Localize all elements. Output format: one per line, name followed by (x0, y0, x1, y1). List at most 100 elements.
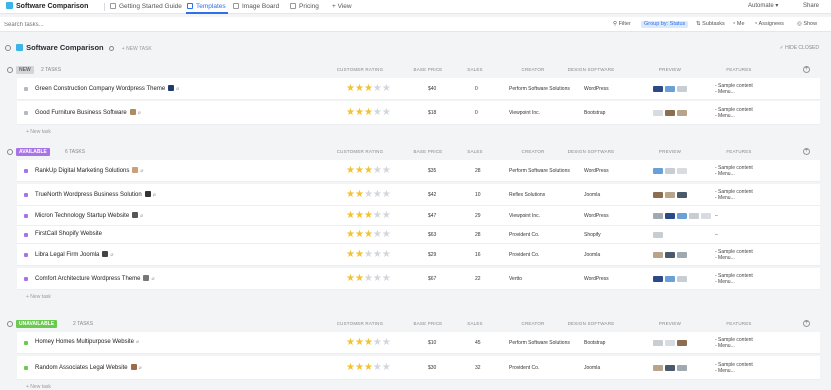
preview-image[interactable] (665, 168, 675, 174)
column-header-preview[interactable]: PREVIEW (659, 321, 681, 326)
sales-count[interactable]: 45 (475, 340, 481, 346)
preview-image[interactable] (677, 276, 687, 282)
table-row[interactable]: TrueNorth Wordpress Business Solution ⌀ ★★… (17, 184, 820, 206)
star-icon[interactable]: ★ (373, 337, 382, 348)
status-marker[interactable] (24, 233, 28, 237)
column-header-creator[interactable]: CREATOR (522, 67, 545, 72)
task-name[interactable]: Comfort Architecture Wordpress Theme ⌀ (35, 275, 155, 282)
preview-image[interactable] (701, 213, 711, 219)
add-column-button[interactable]: + (803, 320, 810, 327)
star-icon[interactable]: ★ (373, 83, 382, 94)
star-icon[interactable]: ★ (355, 83, 364, 94)
table-row[interactable]: Micron Technology Startup Website ⌀ ★★★★★ $… (17, 206, 820, 226)
status-marker[interactable] (24, 193, 28, 197)
new-task-row-button[interactable]: + New task (26, 384, 51, 390)
sales-count[interactable]: 10 (475, 192, 481, 198)
preview-image[interactable] (677, 365, 687, 371)
collapse-group-icon[interactable] (7, 321, 13, 327)
preview-image[interactable] (653, 168, 663, 174)
star-icon[interactable]: ★ (346, 83, 355, 94)
features-list[interactable]: – (715, 213, 718, 219)
attachment-icon[interactable]: ⌀ (176, 86, 179, 92)
customer-rating-stars[interactable]: ★★★★★ (346, 211, 391, 221)
tab-pricing[interactable]: Pricing (290, 2, 319, 12)
task-name[interactable]: Random Associates Legal Website ⌀ (35, 364, 142, 371)
table-row[interactable]: Comfort Architecture Wordpress Theme ⌀ ★★★… (17, 268, 820, 290)
search-input[interactable] (4, 20, 154, 29)
preview-image[interactable] (689, 213, 699, 219)
task-name[interactable]: Libra Legal Firm Joomla ⌀ (35, 251, 113, 258)
base-price[interactable]: $42 (428, 192, 436, 198)
star-icon[interactable]: ★ (355, 229, 364, 240)
preview-image[interactable] (653, 110, 663, 116)
task-name[interactable]: Homey Homes Multipurpose Website ⌀ (35, 339, 139, 345)
base-price[interactable]: $67 (428, 276, 436, 282)
star-icon[interactable]: ★ (364, 229, 373, 240)
preview-image[interactable] (665, 340, 675, 346)
preview-image[interactable] (665, 86, 675, 92)
preview-image[interactable] (677, 110, 687, 116)
star-icon[interactable]: ★ (346, 165, 355, 176)
customer-rating-stars[interactable]: ★★★★★ (346, 274, 391, 284)
star-icon[interactable]: ★ (373, 210, 382, 221)
status-badge[interactable]: UNAVAILABLE (16, 320, 58, 328)
task-name[interactable]: Green Construction Company Wordpress The… (35, 85, 179, 92)
column-header-software[interactable]: DESIGN SOFTWARE (568, 149, 615, 154)
star-icon[interactable]: ★ (373, 165, 382, 176)
design-software[interactable]: WordPress (584, 168, 609, 174)
star-icon[interactable]: ★ (382, 189, 391, 200)
table-row[interactable]: Libra Legal Firm Joomla ⌀ ★★★★★ $29 16 Provid… (17, 244, 820, 266)
star-icon[interactable]: ★ (364, 107, 373, 118)
preview-image[interactable] (653, 86, 663, 92)
preview-image[interactable] (653, 252, 663, 258)
star-icon[interactable]: ★ (382, 337, 391, 348)
table-row[interactable]: Homey Homes Multipurpose Website ⌀ ★★★★★ $1… (17, 332, 820, 354)
attachment-icon[interactable]: ⌀ (139, 365, 142, 371)
sales-count[interactable]: 22 (475, 276, 481, 282)
column-header-creator[interactable]: CREATOR (522, 321, 545, 326)
star-icon[interactable]: ★ (382, 210, 391, 221)
column-header-preview[interactable]: PREVIEW (659, 67, 681, 72)
star-icon[interactable]: ★ (373, 189, 382, 200)
star-icon[interactable]: ★ (364, 337, 373, 348)
customer-rating-stars[interactable]: ★★★★★ (346, 190, 391, 200)
column-header-price[interactable]: BASE PRICE (413, 321, 442, 326)
preview-thumbnails[interactable] (653, 365, 689, 383)
attachment-icon[interactable]: ⌀ (153, 192, 156, 198)
table-row[interactable]: Green Construction Company Wordpress The… (17, 78, 820, 100)
task-name[interactable]: FirstCall Shopify Website (35, 231, 102, 237)
status-marker[interactable] (24, 87, 28, 91)
column-header-software[interactable]: DESIGN SOFTWARE (568, 67, 615, 72)
star-icon[interactable]: ★ (373, 362, 382, 373)
creator[interactable]: Vertto (509, 276, 522, 282)
star-icon[interactable]: ★ (364, 210, 373, 221)
star-icon[interactable]: ★ (373, 229, 382, 240)
column-header-sales[interactable]: SALES (467, 67, 483, 72)
base-price[interactable]: $63 (428, 232, 436, 238)
tab-templates[interactable]: Templates (187, 2, 226, 12)
star-icon[interactable]: ★ (355, 273, 364, 284)
customer-rating-stars[interactable]: ★★★★★ (346, 84, 391, 94)
preview-thumbnails[interactable] (653, 276, 689, 294)
status-badge[interactable]: NEW (16, 66, 34, 74)
star-icon[interactable]: ★ (346, 107, 355, 118)
task-name[interactable]: TrueNorth Wordpress Business Solution ⌀ (35, 191, 156, 198)
sales-count[interactable]: 16 (475, 252, 481, 258)
column-header-rating[interactable]: CUSTOMER RATING (337, 149, 384, 154)
customer-rating-stars[interactable]: ★★★★★ (346, 230, 391, 240)
collapse-circle-icon[interactable] (5, 45, 11, 51)
features-list[interactable]: - Sample content - Menu... (715, 165, 753, 177)
creator[interactable]: Perform Software Solutions (509, 86, 570, 92)
customer-rating-stars[interactable]: ★★★★★ (346, 338, 391, 348)
star-icon[interactable]: ★ (382, 165, 391, 176)
show-button[interactable]: ◎ Show (797, 21, 817, 28)
tab-getting-started[interactable]: Getting Started Guide (110, 2, 182, 12)
table-row[interactable]: Random Associates Legal Website ⌀ ★★★★★ $30… (17, 356, 820, 380)
group-by-button[interactable]: Group by: Status (641, 21, 689, 28)
status-marker[interactable] (24, 277, 28, 281)
star-icon[interactable]: ★ (373, 107, 382, 118)
base-price[interactable]: $47 (428, 213, 436, 219)
design-software[interactable]: Joomla (584, 365, 600, 371)
base-price[interactable]: $40 (428, 86, 436, 92)
base-price[interactable]: $18 (428, 110, 436, 116)
